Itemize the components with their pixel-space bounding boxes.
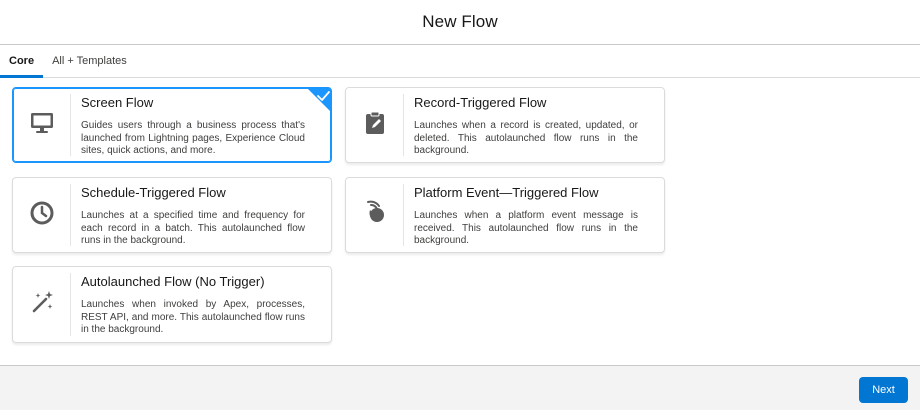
card-title: Screen Flow [81, 95, 154, 110]
card-title: Autolaunched Flow (No Trigger) [81, 274, 265, 289]
tab-bar: Core All + Templates [0, 45, 920, 78]
signal-icon [362, 200, 388, 231]
flow-card-screen-flow[interactable]: Screen Flow Guides users through a busin… [12, 87, 332, 163]
next-button[interactable]: Next [859, 377, 908, 403]
card-description: Launches when a platform event message i… [414, 210, 638, 246]
clock-icon [29, 200, 55, 231]
desktop-icon [29, 110, 55, 141]
flow-card-autolaunched[interactable]: Autolaunched Flow (No Trigger) Launches … [12, 266, 332, 343]
card-title: Platform Event—Triggered Flow [414, 185, 599, 200]
tab-core-label: Core [9, 55, 35, 67]
card-title: Schedule-Triggered Flow [81, 185, 226, 200]
modal-header: New Flow [0, 0, 920, 45]
flow-card-platform-event[interactable]: Platform Event—Triggered Flow Launches w… [345, 177, 665, 253]
clipboard-icon [362, 110, 388, 141]
card-title: Record-Triggered Flow [414, 95, 547, 110]
magic-wand-icon [29, 289, 55, 320]
flow-card-schedule-triggered[interactable]: Schedule-Triggered Flow Launches at a sp… [12, 177, 332, 253]
selected-check-icon [307, 88, 331, 112]
card-description: Guides users through a business process … [81, 120, 305, 156]
card-description: Launches when invoked by Apex, processes… [81, 299, 305, 335]
card-description: Launches when a record is created, updat… [414, 120, 638, 156]
card-icon-area [13, 94, 71, 156]
tab-all-templates[interactable]: All + Templates [43, 45, 136, 77]
card-icon-area [13, 273, 71, 336]
tab-core[interactable]: Core [0, 45, 44, 78]
card-icon-area [346, 94, 404, 156]
card-icon-area [13, 184, 71, 246]
page-title: New Flow [422, 12, 498, 31]
card-icon-area [346, 184, 404, 246]
flow-card-record-triggered[interactable]: Record-Triggered Flow Launches when a re… [345, 87, 665, 163]
tab-all-templates-label: All + Templates [52, 55, 127, 67]
modal-footer: Next [0, 365, 920, 410]
card-description: Launches at a specified time and frequen… [81, 210, 305, 246]
